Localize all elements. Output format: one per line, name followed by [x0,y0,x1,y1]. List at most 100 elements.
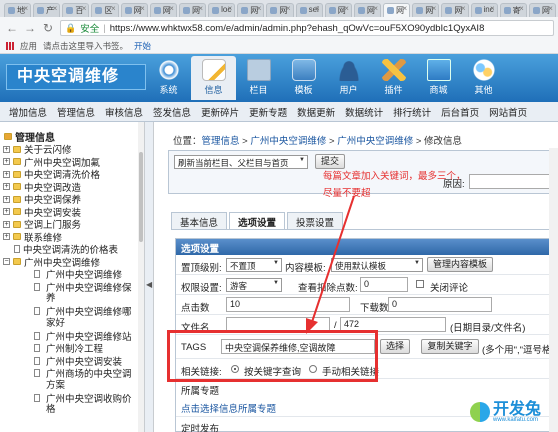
url-field[interactable]: 🔒 安全 | https://www.whktwx58.com/e/admin/… [60,20,554,36]
browser-tab[interactable]: 网 × [383,3,411,17]
header-nav-6[interactable]: 商城 [416,56,461,100]
tree-node[interactable]: + 中央空调改造 [0,181,144,194]
expand-icon[interactable]: + [3,220,10,228]
breadcrumb-item[interactable]: 广州中央空调维修 [337,136,413,147]
browser-tab[interactable]: sei × [295,3,323,17]
tree-child-node[interactable]: 广州中央空调维修保 [0,281,144,294]
header-nav-7[interactable]: 其他 [461,56,506,100]
browser-tab[interactable]: 地 × [4,3,32,17]
browser-tab[interactable]: 网 × [353,3,382,17]
close-tab-icon[interactable]: × [548,4,553,13]
browser-tab[interactable]: 网 × [441,3,469,17]
top-level-select[interactable]: 不置顶 [226,258,282,272]
browser-tab[interactable]: 网 × [324,3,352,17]
tree-node[interactable]: + 中央空调清洗价格 [0,168,144,181]
close-tab-icon[interactable]: × [23,4,28,13]
tree-child-node[interactable]: 广州中央空调收购价 [0,392,144,405]
tree-scroll-thumb[interactable] [139,152,143,242]
menubar-item[interactable]: 网站首页 [484,105,532,119]
menubar-item[interactable]: 排行统计 [388,105,436,119]
close-tab-icon[interactable]: × [432,4,437,13]
header-nav-3[interactable]: 模板 [281,56,326,100]
browser-tab[interactable]: 寄 × [499,3,527,17]
close-comment-checkbox[interactable] [416,280,424,288]
tab-basic-info[interactable]: 基本信息 [171,212,228,229]
close-tab-icon[interactable]: × [53,4,58,13]
browser-tab[interactable]: 网 × [120,3,148,17]
tree-child-node[interactable]: 广州中央空调安装 [0,355,144,368]
browser-tab[interactable]: inc × [470,3,498,17]
tree-scrollbar[interactable] [138,122,144,432]
tree-node[interactable]: − 广州中央空调维修 [0,256,144,269]
close-tab-icon[interactable]: × [403,4,408,13]
tree-child-node[interactable]: 广州中央空调维修哪 [0,305,144,318]
close-tab-icon[interactable]: × [169,4,174,13]
manage-template-button[interactable]: 管理内容模板 [427,257,493,272]
expand-icon[interactable]: + [3,195,10,203]
close-tab-icon[interactable]: × [461,4,466,13]
origin-input[interactable] [469,174,557,189]
clicks-input[interactable]: 10 [226,297,350,312]
choose-tags-button[interactable]: 选择 [380,339,410,354]
tree-child-node[interactable]: 广州中央空调维修 [0,268,144,281]
breadcrumb-item[interactable]: 广州中央空调维修 [250,136,326,147]
collapse-icon[interactable]: − [3,258,10,266]
header-nav-5[interactable]: 插件 [371,56,416,100]
tree-node[interactable]: + 中央空调安装 [0,206,144,219]
expand-icon[interactable]: + [3,170,10,178]
import-bookmarks-link[interactable]: 开始 [134,40,151,52]
header-nav-2[interactable]: 栏目 [236,56,281,100]
permission-select[interactable]: 游客 [226,278,282,292]
close-tab-icon[interactable]: × [315,4,320,13]
close-tab-icon[interactable]: × [286,4,291,13]
browser-tab[interactable]: 网 × [149,3,177,17]
menubar-item[interactable]: 更新专题 [244,105,292,119]
tree-child-node[interactable]: 广州制冷工程 [0,342,144,355]
close-tab-icon[interactable]: × [373,4,378,13]
panel-splitter[interactable]: ◀ [145,122,154,432]
tree-title[interactable]: 管理信息 [0,129,144,144]
copy-keywords-button[interactable]: 复制关键字 [421,339,479,354]
apps-grid-icon[interactable] [6,42,14,50]
forward-arrow-icon[interactable]: → [24,21,36,35]
close-tab-icon[interactable]: × [519,4,524,13]
tree-child-node[interactable]: 广州中央空调维修站 [0,330,144,343]
menubar-item[interactable]: 管理信息 [52,105,100,119]
downloads-input[interactable]: 0 [388,297,492,312]
browser-tab[interactable]: 网 × [528,3,556,17]
menubar-item[interactable]: 审核信息 [100,105,148,119]
browser-tab[interactable]: 网 × [412,3,440,17]
reload-icon[interactable]: ↻ [42,21,54,35]
submit-button[interactable]: 提交 [315,154,345,169]
refresh-option-select[interactable]: 刷新当前栏目、父栏目与首页 [174,155,308,169]
tree-node[interactable]: + 广州中央空调加氟 [0,156,144,169]
close-tab-icon[interactable]: × [490,4,495,13]
header-nav-0[interactable]: 系统 [146,56,191,100]
menubar-item[interactable]: 数据更新 [292,105,340,119]
header-nav-4[interactable]: 用户 [326,56,371,100]
tree-node[interactable]: + 中央空调保养 [0,193,144,206]
collapse-arrow-icon[interactable]: ◀ [146,280,152,289]
menubar-item[interactable]: 后台首页 [436,105,484,119]
expand-icon[interactable]: + [3,208,10,216]
main-scrollbar[interactable] [549,148,558,432]
header-nav-1[interactable]: 信息 [191,56,236,100]
tree-node[interactable]: + 空调上门服务 [0,218,144,231]
close-tab-icon[interactable]: × [111,4,116,13]
menubar-item[interactable]: 更新碎片 [196,105,244,119]
expand-icon[interactable]: + [3,233,10,241]
close-tab-icon[interactable]: × [344,4,349,13]
expand-icon[interactable]: + [3,183,10,191]
content-template-select[interactable]: 使用默认模板 [331,258,423,272]
tree-node[interactable]: + 联系维修 [0,231,144,244]
browser-tab[interactable]: 网 × [266,3,294,17]
close-tab-icon[interactable]: × [198,4,203,13]
browser-tab[interactable]: loc × [208,3,236,17]
menubar-item[interactable]: 数据统计 [340,105,388,119]
breadcrumb-item[interactable]: 管理信息 [202,136,240,147]
menubar-item[interactable]: 签发信息 [148,105,196,119]
browser-tab[interactable]: 百 × [62,3,90,17]
browser-tab[interactable]: 区 × [91,3,119,17]
browser-tab[interactable]: 网 × [237,3,265,17]
points-input[interactable]: 0 [360,277,408,292]
